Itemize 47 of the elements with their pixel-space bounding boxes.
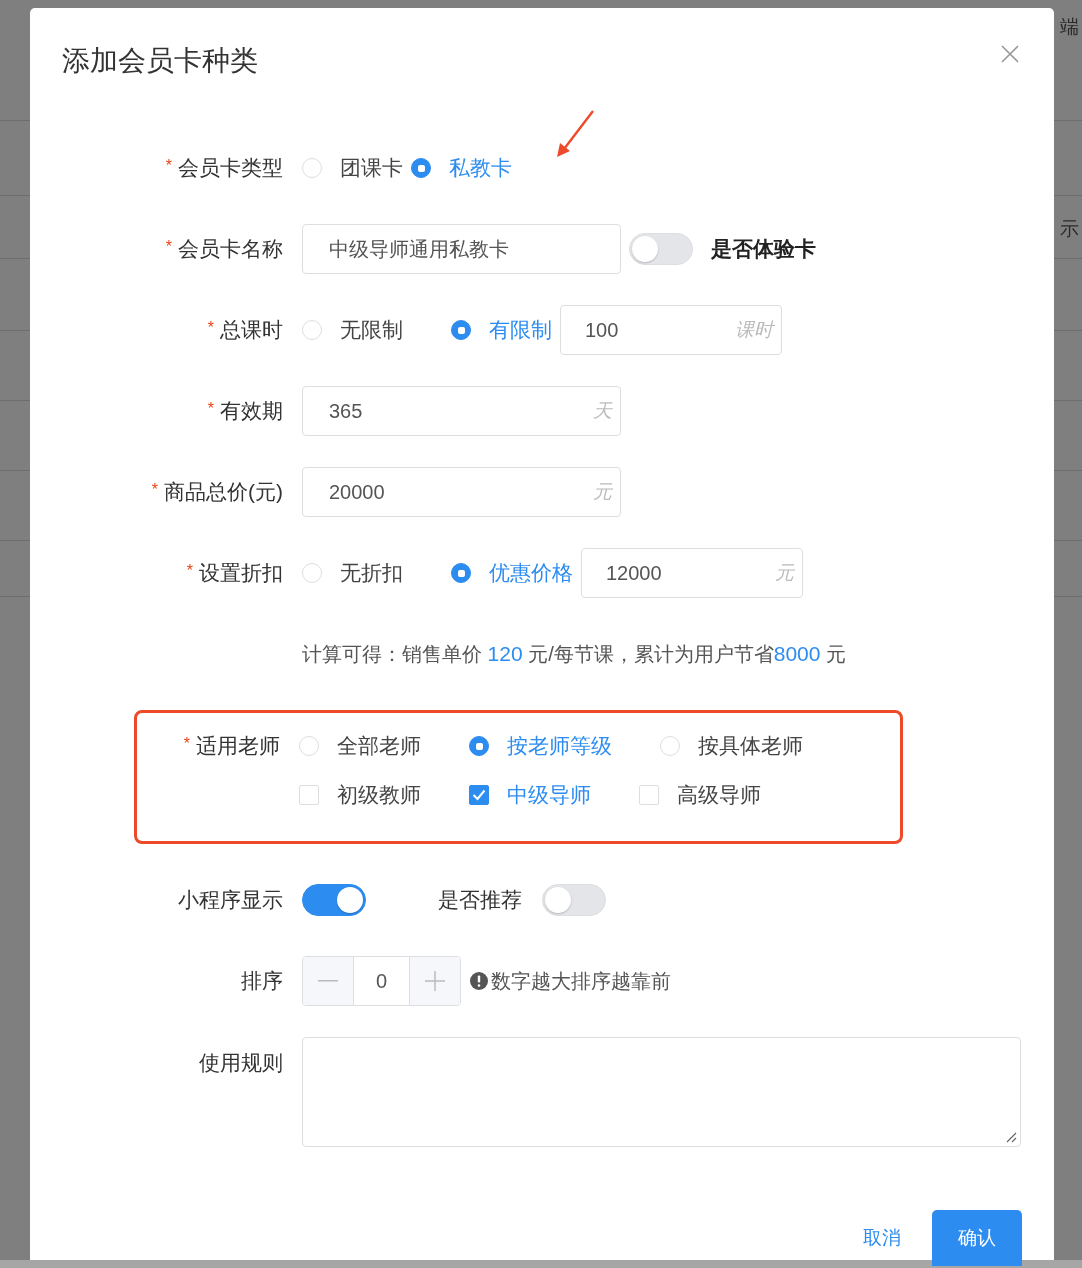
field-label: 设置折扣 <box>199 560 283 586</box>
field-label: 排序 <box>241 968 283 994</box>
required-mark: * <box>165 157 172 175</box>
background-text: 示 <box>1060 217 1079 241</box>
radio-option[interactable]: 全部老师 <box>299 732 421 760</box>
field-label: 小程序显示 <box>178 887 283 913</box>
arrow-annotation <box>556 109 596 159</box>
field-label: 是否推荐 <box>438 887 522 913</box>
toggle-switch[interactable] <box>302 884 366 916</box>
number-stepper[interactable]: 0 <box>302 956 461 1006</box>
resize-handle-icon[interactable] <box>1005 1131 1017 1143</box>
field-label: 总课时 <box>220 317 283 343</box>
close-icon[interactable] <box>1001 45 1019 63</box>
required-mark: * <box>207 319 214 337</box>
cancel-button[interactable]: 取消 <box>842 1210 922 1266</box>
radio-option[interactable]: 无限制 <box>302 316 403 344</box>
radio-option[interactable]: 优惠价格 <box>451 559 573 587</box>
checkbox-option[interactable]: 初级教师 <box>299 781 421 809</box>
field-label: 使用规则 <box>199 1050 283 1076</box>
input-field[interactable]: 中级导师通用私教卡 <box>302 224 621 274</box>
checkbox-option[interactable]: 高级导师 <box>639 781 761 809</box>
input-field[interactable]: 20000 元 <box>302 467 621 517</box>
radio-option[interactable]: 按具体老师 <box>660 732 803 760</box>
field-label: 会员卡名称 <box>178 236 283 262</box>
hint-text: 数字越大排序越靠前 <box>491 968 671 994</box>
switch-label: 是否体验卡 <box>711 236 816 262</box>
input-field[interactable]: 12000 元 <box>581 548 803 598</box>
info-icon <box>470 972 488 990</box>
required-mark: * <box>207 400 214 418</box>
background-text: 端 <box>1060 15 1079 39</box>
field-label: 商品总价(元) <box>164 479 283 505</box>
radio-option[interactable]: 无折扣 <box>302 559 403 587</box>
field-label: 会员卡类型 <box>178 155 283 181</box>
input-field[interactable]: 100 课时 <box>560 305 782 355</box>
input-field[interactable]: 365 天 <box>302 386 621 436</box>
required-mark: * <box>165 238 172 256</box>
dialog-title: 添加会员卡种类 <box>62 44 258 78</box>
required-mark: * <box>151 481 158 499</box>
plus-icon[interactable] <box>425 971 445 991</box>
calculation-note: 计算可得：销售单价 120 元/每节课，累计为用户节省8000 元 <box>302 640 846 667</box>
minus-icon[interactable] <box>318 980 338 982</box>
required-mark: * <box>183 735 190 753</box>
checkmark-icon <box>472 789 486 801</box>
field-label: 有效期 <box>220 398 283 424</box>
radio-option[interactable]: 团课卡 <box>302 154 403 182</box>
required-mark: * <box>186 562 193 580</box>
field-label: 适用老师 <box>196 733 280 759</box>
